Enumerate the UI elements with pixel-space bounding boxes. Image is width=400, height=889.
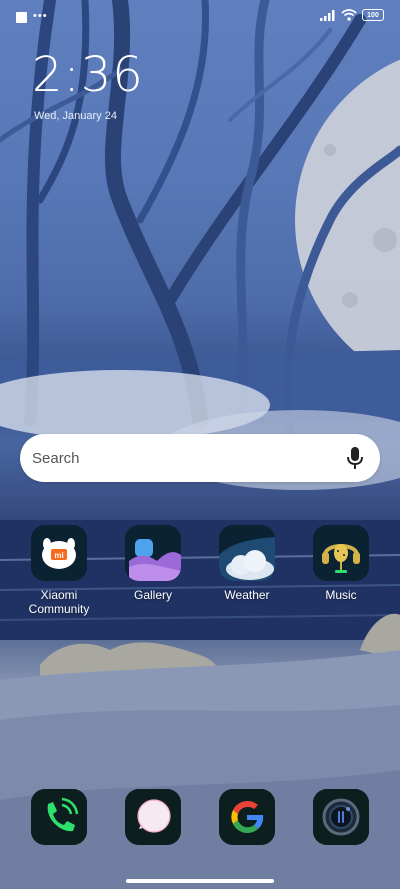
status-bar: ••• 100 <box>0 0 400 36</box>
app-label: Music <box>325 588 357 602</box>
dock-google[interactable] <box>204 789 290 845</box>
notification-dots: ••• <box>33 10 48 22</box>
clock-date[interactable]: Wed, January 24 <box>34 110 117 122</box>
microphone-icon[interactable] <box>344 445 366 471</box>
search-placeholder: Search <box>32 449 80 467</box>
app-label: Gallery <box>133 588 172 602</box>
dock-messaging[interactable] <box>110 789 196 845</box>
app-label: Xiaomi Community <box>28 588 90 616</box>
music-icon <box>313 525 369 581</box>
camera-icon <box>313 789 369 845</box>
dock-camera[interactable] <box>298 789 384 845</box>
signal-icon <box>320 9 335 21</box>
gallery-icon <box>125 525 181 581</box>
clock-time[interactable]: 2:36 <box>32 47 144 103</box>
app-gallery[interactable]: Gallery <box>110 525 196 602</box>
dock-phone[interactable] <box>16 789 102 845</box>
app-label: Weather <box>224 588 270 602</box>
search-bar[interactable]: Search <box>20 434 380 482</box>
google-icon <box>219 789 275 845</box>
home-indicator[interactable] <box>126 879 274 883</box>
app-weather[interactable]: Weather <box>204 525 290 602</box>
xiaomi-community-icon: mi <box>31 525 87 581</box>
svg-text:mi: mi <box>54 551 63 560</box>
app-xiaomi-community[interactable]: mi Xiaomi Community <box>16 525 102 616</box>
battery-icon: 100 <box>362 9 384 21</box>
phone-icon <box>31 789 87 845</box>
notification-square-icon <box>16 12 27 23</box>
status-right: 100 <box>320 9 384 21</box>
home-screen: ••• 100 2:36 Wed, January 24 Search mi X… <box>0 0 400 889</box>
messaging-icon <box>125 789 181 845</box>
app-music[interactable]: Music <box>298 525 384 602</box>
wifi-icon <box>341 9 357 21</box>
weather-icon <box>219 525 275 581</box>
